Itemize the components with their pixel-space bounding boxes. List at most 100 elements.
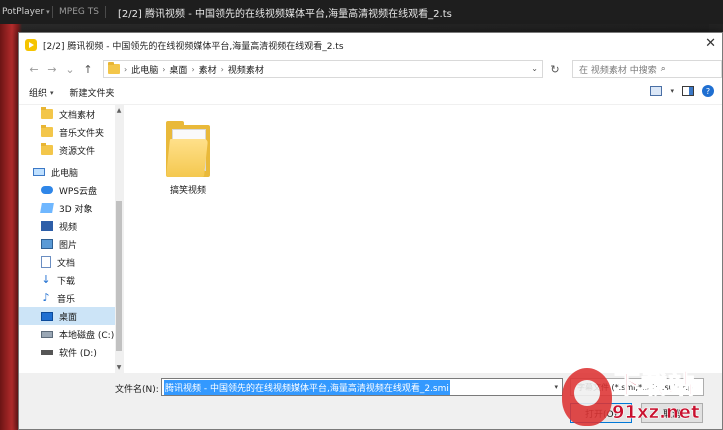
- potplayer-titlebar: PotPlayer ▾ MPEG TS [2/2] 腾讯视频 - 中国领先的在线视…: [0, 0, 723, 24]
- open-file-dialog: [2/2] 腾讯视频 - 中国领先的在线视频媒体平台,海量高清视频在线观看_2.…: [18, 32, 723, 430]
- format-label: MPEG TS: [59, 7, 99, 17]
- folder-icon: [41, 125, 53, 137]
- scroll-down-icon[interactable]: ▼: [115, 364, 123, 371]
- folder-name: 搞笑视频: [169, 186, 206, 196]
- dialog-body: 文档素材 音乐文件夹 资源文件 此电脑 WPS云盘 3D 对象 视频 图片 文档…: [19, 105, 722, 373]
- sidebar-item-videos[interactable]: 视频: [19, 217, 123, 235]
- close-icon[interactable]: ✕: [705, 37, 716, 51]
- desktop-icon: [41, 311, 53, 321]
- potplayer-menu-button[interactable]: PotPlayer ▾: [0, 7, 50, 17]
- sidebar-item-label: 此电脑: [51, 168, 79, 179]
- sidebar-item-pictures[interactable]: 图片: [19, 235, 123, 253]
- folder-icon: [41, 143, 53, 155]
- navigation-pane: 文档素材 音乐文件夹 资源文件 此电脑 WPS云盘 3D 对象 视频 图片 文档…: [19, 105, 123, 373]
- address-bar[interactable]: › 此电脑 › 桌面 › 素材 › 视频素材 ⌄: [103, 60, 543, 78]
- scroll-up-icon[interactable]: ▲: [115, 107, 123, 114]
- dialog-title: [2/2] 腾讯视频 - 中国领先的在线视频媒体平台,海量高清视频在线观看_2.…: [43, 41, 344, 52]
- chevron-down-icon[interactable]: ▾: [670, 87, 674, 95]
- sidebar-item-music[interactable]: ♪ 音乐: [19, 289, 123, 307]
- potplayer-brand-label: PotPlayer: [2, 7, 45, 17]
- open-button[interactable]: 打开(O): [570, 403, 632, 423]
- sidebar-item-this-pc[interactable]: 此电脑: [19, 163, 123, 181]
- film-icon: [41, 221, 53, 231]
- dialog-toolbar: 组织 ▾ 新建文件夹 ▾ ?: [19, 81, 722, 105]
- search-icon: ⌕: [660, 64, 666, 74]
- sidebar-item-label: 图片: [59, 240, 78, 251]
- divider: [52, 6, 53, 18]
- cancel-button[interactable]: 取消: [641, 403, 703, 423]
- chevron-down-icon[interactable]: ▾: [554, 383, 558, 391]
- breadcrumb-item[interactable]: 素材: [199, 63, 217, 76]
- sidebar-item-desktop[interactable]: 桌面: [19, 307, 123, 325]
- sidebar-item-label: 3D 对象: [59, 204, 93, 215]
- sidebar-item-documents[interactable]: 文档: [19, 253, 123, 271]
- file-list: 搞笑视频: [123, 105, 722, 373]
- sidebar-item-wps-cloud[interactable]: WPS云盘: [19, 181, 123, 199]
- sidebar-item-resources[interactable]: 资源文件: [19, 141, 123, 159]
- cloud-icon: [41, 186, 53, 194]
- disk-icon: [41, 330, 53, 338]
- view-icon[interactable]: [650, 86, 663, 96]
- potplayer-icon: [25, 39, 37, 51]
- sidebar-item-docs-material[interactable]: 文档素材: [19, 105, 123, 123]
- folder-icon: [41, 107, 53, 119]
- sidebar-item-label: 音乐: [57, 294, 76, 305]
- filename-value: 腾讯视频 - 中国领先的在线视频媒体平台,海量高清视频在线观看_2.smi: [164, 379, 450, 395]
- folder-icon: [166, 119, 210, 177]
- dialog-titlebar: [2/2] 腾讯视频 - 中国领先的在线视频媒体平台,海量高清视频在线观看_2.…: [19, 33, 722, 57]
- chevron-right-icon: ›: [124, 64, 128, 74]
- breadcrumb-item[interactable]: 桌面: [169, 63, 187, 76]
- chevron-right-icon: ›: [220, 64, 224, 74]
- sidebar-item-label: 文档: [57, 258, 76, 269]
- sidebar-item-label: 文档素材: [59, 110, 96, 121]
- player-title: [2/2] 腾讯视频 - 中国领先的在线视频媒体平台,海量高清视频在线观看_2.…: [117, 8, 452, 20]
- sidebar-item-label: 软件 (D:): [59, 348, 97, 359]
- sidebar-item-label: 资源文件: [59, 146, 96, 157]
- sidebar-item-music-folder[interactable]: 音乐文件夹: [19, 123, 123, 141]
- forward-button[interactable]: →: [43, 60, 61, 78]
- folder-item[interactable]: 搞笑视频: [152, 119, 224, 196]
- search-placeholder: 在 视频素材 中搜索: [579, 65, 657, 76]
- download-icon: ↓: [41, 273, 51, 286]
- image-icon: [41, 239, 53, 249]
- filename-input[interactable]: 腾讯视频 - 中国领先的在线视频媒体平台,海量高清视频在线观看_2.smi ▾: [161, 378, 563, 396]
- sidebar-item-label: 视频: [59, 222, 78, 233]
- sidebar-item-label: 本地磁盘 (C:): [59, 330, 115, 341]
- sidebar-item-label: WPS云盘: [59, 186, 98, 197]
- file-type-select[interactable]: 字幕文件 (*.smi;*.srt;*.sub;*.p: [570, 378, 704, 396]
- sidebar-item-label: 下载: [57, 276, 76, 287]
- new-folder-button[interactable]: 新建文件夹: [70, 86, 115, 99]
- sidebar-item-local-disk-c[interactable]: 本地磁盘 (C:): [19, 325, 123, 343]
- chevron-right-icon: ›: [191, 64, 195, 74]
- sidebar-item-software-d[interactable]: 软件 (D:): [19, 343, 123, 361]
- chevron-down-icon[interactable]: ⌄: [531, 64, 538, 73]
- breadcrumb-item[interactable]: 视频素材: [228, 63, 264, 76]
- dialog-footer: 文件名(N): 腾讯视频 - 中国领先的在线视频媒体平台,海量高清视频在线观看_…: [19, 373, 722, 429]
- refresh-button[interactable]: ↻: [546, 60, 564, 78]
- chevron-down-icon: ▾: [46, 8, 50, 16]
- divider: [104, 6, 106, 18]
- address-row: ← → ⌄ ↑ › 此电脑 › 桌面 › 素材 › 视频素材 ⌄ ↻ 在 视频素…: [19, 57, 722, 81]
- sidebar-scrollbar[interactable]: ▲ ▼: [115, 105, 123, 373]
- cube-icon: [40, 203, 54, 213]
- search-input[interactable]: 在 视频素材 中搜索 ⌕: [572, 60, 722, 78]
- document-icon: [41, 256, 51, 268]
- sidebar-item-3d-objects[interactable]: 3D 对象: [19, 199, 123, 217]
- filename-label: 文件名(N):: [115, 385, 159, 395]
- folder-icon: [108, 62, 120, 74]
- drive-icon: [41, 349, 53, 355]
- recent-locations-button[interactable]: ⌄: [61, 60, 79, 78]
- back-button[interactable]: ←: [25, 60, 43, 78]
- view-controls: ▾ ?: [650, 85, 714, 97]
- sidebar-item-downloads[interactable]: ↓ 下载: [19, 271, 123, 289]
- breadcrumb-item[interactable]: 此电脑: [131, 63, 158, 76]
- help-icon[interactable]: ?: [702, 85, 714, 97]
- preview-pane-icon[interactable]: [682, 86, 694, 96]
- computer-icon: [33, 168, 45, 176]
- scrollbar-thumb[interactable]: [116, 201, 122, 351]
- up-button[interactable]: ↑: [79, 60, 97, 78]
- chevron-down-icon: ▾: [50, 88, 54, 97]
- sidebar-item-label: 桌面: [59, 312, 78, 323]
- organize-button[interactable]: 组织 ▾: [29, 86, 54, 100]
- music-note-icon: ♪: [42, 291, 50, 304]
